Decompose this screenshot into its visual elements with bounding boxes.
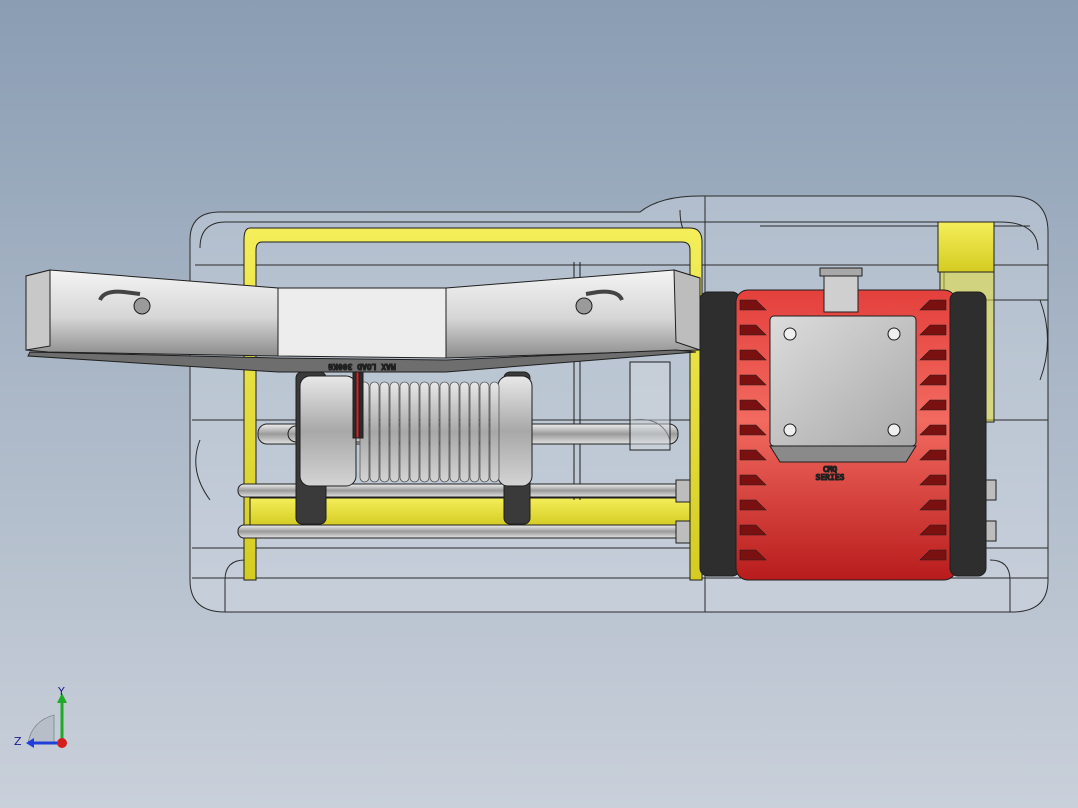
wire-rope-coil <box>389 381 400 483</box>
wire-rope-coil <box>489 381 500 483</box>
x-axis-icon <box>57 738 67 748</box>
wire-rope-coil <box>409 381 420 483</box>
winch-model[interactable]: MAX LOAD 300KG CMQ SERIES <box>0 0 1078 808</box>
wire-rope-coil <box>379 381 390 483</box>
wire-rope-coil <box>439 381 450 483</box>
motor-cable-gland[interactable] <box>819 267 863 313</box>
bumper-engraving: MAX LOAD 300KG <box>328 362 396 371</box>
coordinate-triad-icon: Y Z <box>14 685 67 748</box>
graphics-viewport[interactable]: MAX LOAD 300KG CMQ SERIES Y Z <box>0 0 1078 808</box>
wire-rope-coil <box>429 381 440 483</box>
terminal-box[interactable] <box>769 315 917 463</box>
y-axis-label: Y <box>57 685 65 698</box>
wire-rope-coil <box>479 381 490 483</box>
cable-lead <box>352 367 364 439</box>
electric-motor[interactable]: CMQ SERIES <box>699 267 987 581</box>
wire-rope-coil <box>419 381 430 483</box>
wire-rope-coil <box>399 381 410 483</box>
wire-rope-coil <box>459 381 470 483</box>
motor-nameplate-text-2: SERIES <box>816 473 845 482</box>
z-axis-label: Z <box>14 735 22 748</box>
wire-rope-coil <box>469 381 480 483</box>
wire-rope-coil <box>369 381 380 483</box>
wire-rope-coil <box>449 381 460 483</box>
